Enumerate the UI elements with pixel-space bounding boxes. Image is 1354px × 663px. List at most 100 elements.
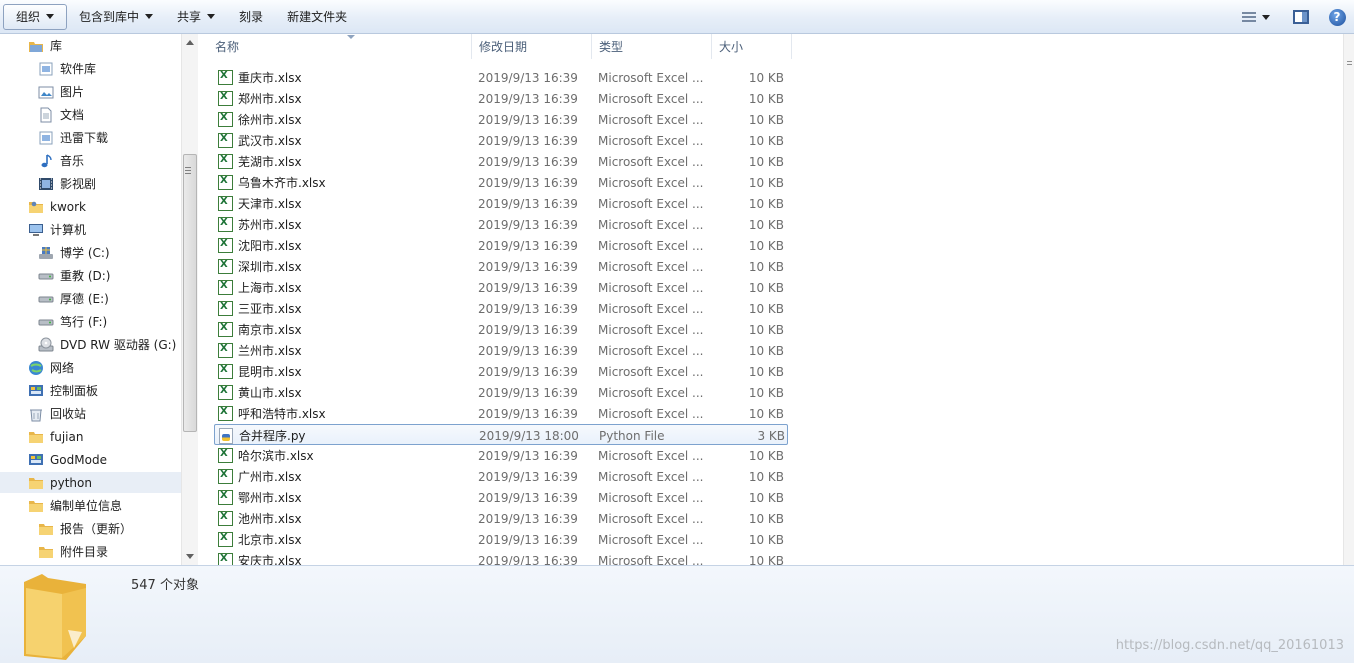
file-type: Microsoft Excel ...: [598, 154, 704, 169]
file-row[interactable]: 南京市.xlsx 2019/9/13 16:39 Microsoft Excel .…: [214, 319, 788, 340]
nav-item[interactable]: 博学 (C:): [38, 242, 110, 263]
file-row[interactable]: 呼和浩特市.xlsx 2019/9/13 16:39 Microsoft Excel…: [214, 403, 788, 424]
excel-file-icon: [218, 364, 233, 379]
nav-item[interactable]: 音乐: [38, 150, 84, 171]
file-type: Microsoft Excel ...: [598, 238, 704, 253]
nav-item[interactable]: 文档: [38, 104, 84, 125]
file-row[interactable]: 天津市.xlsx 2019/9/13 16:39 Microsoft Excel .…: [214, 193, 788, 214]
nav-item[interactable]: 报告（更新）: [38, 518, 132, 539]
scroll-up-icon[interactable]: [186, 40, 194, 45]
file-date: 2019/9/13 16:39: [478, 343, 578, 358]
scroll-down-icon[interactable]: [186, 554, 194, 559]
nav-item-label: 报告（更新）: [60, 522, 133, 536]
excel-file-icon: [218, 343, 233, 358]
file-size: 10 KB: [748, 70, 784, 85]
file-type: Microsoft Excel ...: [598, 511, 704, 526]
file-row[interactable]: 三亚市.xlsx 2019/9/13 16:39 Microsoft Excel .…: [214, 298, 788, 319]
file-name: 兰州市.xlsx: [238, 344, 302, 358]
file-name: 池州市.xlsx: [238, 512, 302, 526]
file-row[interactable]: 徐州市.xlsx 2019/9/13 16:39 Microsoft Excel .…: [214, 109, 788, 130]
file-name: 黄山市.xlsx: [238, 386, 302, 400]
file-size: 10 KB: [748, 217, 784, 232]
nav-item[interactable]: 网络: [28, 357, 74, 378]
folder-icon: [38, 544, 54, 560]
file-row[interactable]: 重庆市.xlsx 2019/9/13 16:39 Microsoft Excel .…: [214, 67, 788, 88]
file-name-cell: 徐州市.xlsx: [218, 109, 302, 130]
nav-item[interactable]: 软件库: [38, 58, 96, 79]
nav-item[interactable]: 厚德 (E:): [38, 288, 109, 309]
file-row[interactable]: 池州市.xlsx 2019/9/13 16:39 Microsoft Excel .…: [214, 508, 788, 529]
file-row[interactable]: 广州市.xlsx 2019/9/13 16:39 Microsoft Excel .…: [214, 466, 788, 487]
nav-item[interactable]: GodMode: [28, 449, 107, 470]
chevron-down-icon: [207, 14, 216, 19]
column-header-type[interactable]: 类型: [592, 34, 712, 59]
file-row[interactable]: 昆明市.xlsx 2019/9/13 16:39 Microsoft Excel .…: [214, 361, 788, 382]
nav-item[interactable]: kwork: [28, 196, 86, 217]
column-header-size[interactable]: 大小: [712, 34, 792, 59]
computer-icon: [28, 222, 44, 238]
file-size: 10 KB: [748, 196, 784, 211]
help-button[interactable]: ?: [1320, 4, 1354, 30]
file-date: 2019/9/13 16:39: [478, 322, 578, 337]
nav-item[interactable]: 回收站: [28, 403, 86, 424]
file-row[interactable]: 安庆市.xlsx 2019/9/13 16:39 Microsoft Excel .…: [214, 550, 788, 565]
file-row[interactable]: 武汉市.xlsx 2019/9/13 16:39 Microsoft Excel .…: [214, 130, 788, 151]
file-date: 2019/9/13 16:39: [478, 70, 578, 85]
details-pane: 547 个对象 https://blog.csdn.net/qq_2016101…: [0, 565, 1354, 663]
nav-item[interactable]: fujian: [28, 426, 83, 447]
nav-item[interactable]: 重教 (D:): [38, 265, 110, 286]
change-view-button[interactable]: [1234, 4, 1278, 30]
system-drive-icon: [38, 245, 54, 261]
file-row[interactable]: 北京市.xlsx 2019/9/13 16:39 Microsoft Excel .…: [214, 529, 788, 550]
nav-item[interactable]: 库: [28, 35, 62, 56]
nav-item-label: 影视剧: [60, 177, 97, 191]
nav-item-label: 图片: [60, 85, 85, 99]
file-row[interactable]: 郑州市.xlsx 2019/9/13 16:39 Microsoft Excel .…: [214, 88, 788, 109]
file-list-scrollbar[interactable]: [1343, 34, 1354, 565]
file-date: 2019/9/13 16:39: [478, 133, 578, 148]
new-folder-button[interactable]: 新建文件夹: [275, 4, 359, 30]
nav-item[interactable]: 图片: [38, 81, 84, 102]
excel-file-icon: [218, 154, 233, 169]
preview-pane-button[interactable]: [1284, 4, 1318, 30]
chevron-down-icon: [46, 14, 55, 19]
nav-item[interactable]: 计算机: [28, 219, 86, 240]
file-row[interactable]: 上海市.xlsx 2019/9/13 16:39 Microsoft Excel .…: [214, 277, 788, 298]
file-row[interactable]: 苏州市.xlsx 2019/9/13 16:39 Microsoft Excel .…: [214, 214, 788, 235]
file-row[interactable]: 深圳市.xlsx 2019/9/13 16:39 Microsoft Excel .…: [214, 256, 788, 277]
file-row[interactable]: 黄山市.xlsx 2019/9/13 16:39 Microsoft Excel .…: [214, 382, 788, 403]
nav-item[interactable]: python: [0, 472, 181, 493]
nav-item[interactable]: 笃行 (F:): [38, 311, 107, 332]
library-folder-icon: [38, 130, 54, 146]
nav-item-label: 网络: [50, 361, 75, 375]
file-row[interactable]: 兰州市.xlsx 2019/9/13 16:39 Microsoft Excel .…: [214, 340, 788, 361]
share-button[interactable]: 共享: [165, 4, 227, 30]
scrollbar-thumb[interactable]: [183, 154, 197, 432]
file-date: 2019/9/13 16:39: [478, 91, 578, 106]
file-row[interactable]: 哈尔滨市.xlsx 2019/9/13 16:39 Microsoft Excel …: [214, 445, 788, 466]
video-icon: [38, 176, 54, 192]
burn-button[interactable]: 刻录: [227, 4, 275, 30]
file-date: 2019/9/13 16:39: [478, 385, 578, 400]
nav-item[interactable]: 影视剧: [38, 173, 96, 194]
nav-item[interactable]: 控制面板: [28, 380, 98, 401]
nav-item-label: 回收站: [50, 407, 87, 421]
nav-item[interactable]: DVD RW 驱动器 (G:): [38, 334, 176, 355]
column-header-date[interactable]: 修改日期: [472, 34, 592, 59]
file-row[interactable]: 鄂州市.xlsx 2019/9/13 16:39 Microsoft Excel .…: [214, 487, 788, 508]
column-header-name[interactable]: 名称: [208, 34, 472, 59]
nav-item-label: 计算机: [50, 223, 87, 237]
file-row[interactable]: 合并程序.py 2019/9/13 18:00 Python File 3 KB: [214, 424, 788, 445]
file-name: 天津市.xlsx: [238, 197, 302, 211]
file-row[interactable]: 芜湖市.xlsx 2019/9/13 16:39 Microsoft Excel .…: [214, 151, 788, 172]
include-in-library-button[interactable]: 包含到库中: [67, 4, 165, 30]
nav-item[interactable]: 附件目录: [38, 541, 108, 562]
navigation-scrollbar[interactable]: [181, 34, 198, 565]
organize-button[interactable]: 组织: [3, 3, 68, 30]
file-name-cell: 南京市.xlsx: [218, 319, 302, 340]
nav-item[interactable]: 编制单位信息: [28, 495, 122, 516]
file-row[interactable]: 乌鲁木齐市.xlsx 2019/9/13 16:39 Microsoft Excel…: [214, 172, 788, 193]
nav-item[interactable]: 迅雷下载: [38, 127, 108, 148]
new-folder-label: 新建文件夹: [287, 10, 348, 24]
file-row[interactable]: 沈阳市.xlsx 2019/9/13 16:39 Microsoft Excel .…: [214, 235, 788, 256]
